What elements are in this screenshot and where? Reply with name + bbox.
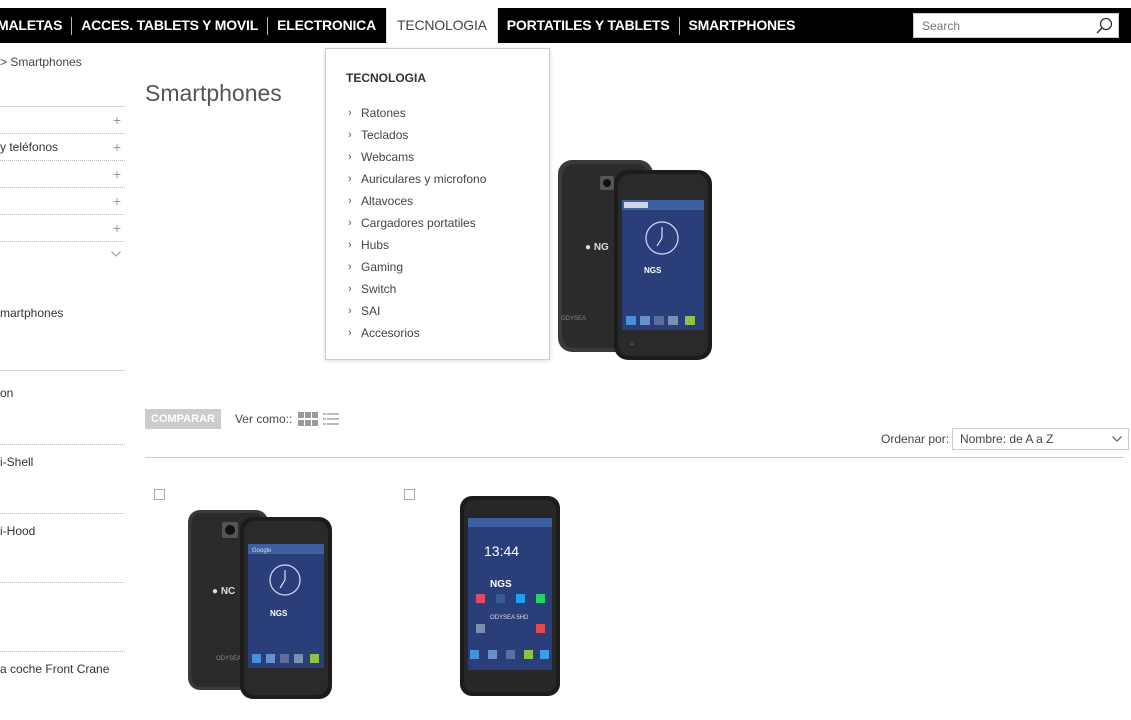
expand-icon[interactable]: + (113, 107, 121, 133)
expand-icon[interactable]: + (113, 188, 121, 214)
grid-view-icon[interactable] (298, 412, 319, 426)
dropdown-item-label: Switch (361, 282, 397, 296)
sidebar-category-label: y teléfonos (0, 140, 59, 154)
sidebar-product-link[interactable]: a coche Front Crane (0, 662, 125, 676)
svg-text:ODYSEA: ODYSEA (561, 316, 586, 322)
chevron-right-icon: › (348, 217, 352, 229)
toolbar-divider (145, 457, 1124, 458)
dropdown-title[interactable]: TECNOLOGIA (346, 71, 426, 85)
dropdown-item-teclados[interactable]: › Teclados (348, 124, 486, 146)
chevron-right-icon: › (348, 107, 352, 119)
tecnologia-dropdown-menu: TECNOLOGIA › Ratones › Teclados › Webcams ›… (325, 48, 550, 360)
product-image[interactable]: 13:44 NGS ODYSEA 5HD (440, 482, 580, 714)
dropdown-item-label: Cargadores portatiles (361, 216, 476, 230)
sidebar-product-link[interactable]: i-Shell (0, 455, 125, 469)
dropdown-item-label: Auriculares y microfono (361, 172, 487, 186)
compare-checkbox[interactable] (404, 489, 415, 500)
sort-control: Ordenar por: Nombre: de A a Z (881, 428, 1130, 450)
dropdown-item-webcams[interactable]: › Webcams (348, 146, 486, 168)
chevron-right-icon: › (348, 305, 352, 317)
dropdown-item-sai[interactable]: › SAI (348, 300, 486, 322)
dropdown-item-label: Gaming (361, 260, 404, 274)
sort-label: Ordenar por: (881, 432, 950, 446)
sidebar-divider (0, 582, 125, 583)
nav-item-maletas[interactable]: MALETAS (0, 8, 71, 43)
dropdown-item-label: SAI (361, 304, 381, 318)
dropdown-item-gaming[interactable]: › Gaming (348, 256, 486, 278)
sort-selected-value: Nombre: de A a Z (960, 432, 1054, 446)
sidebar-divider (0, 370, 125, 371)
expand-icon[interactable]: + (113, 215, 121, 241)
chevron-right-icon: › (348, 239, 352, 251)
sidebar-divider (0, 651, 125, 652)
nav-item-portatiles[interactable]: PORTATILES Y TABLETS (498, 8, 679, 43)
dropdown-item-hubs[interactable]: › Hubs (348, 234, 486, 256)
sidebar-product-link[interactable]: on (0, 386, 125, 400)
chevron-down-icon[interactable] (111, 251, 121, 257)
sidebar: + y teléfonos + + + + (0, 106, 125, 269)
screen-time-text: 13:44 (484, 543, 519, 559)
dropdown-item-ratones[interactable]: › Ratones (348, 102, 486, 124)
list-toolbar: COMPARAR Ver como:: (145, 409, 340, 429)
dropdown-item-label: Ratones (361, 106, 406, 120)
chevron-right-icon: › (348, 129, 352, 141)
compare-button[interactable]: COMPARAR (145, 409, 221, 429)
dropdown-item-switch[interactable]: › Switch (348, 278, 486, 300)
dropdown-item-label: Webcams (361, 150, 415, 164)
chevron-right-icon: › (348, 151, 352, 163)
sidebar-category[interactable]: + (0, 107, 125, 134)
sidebar-product-link[interactable]: i-Hood (0, 524, 125, 538)
chevron-right-icon: › (348, 283, 352, 295)
dropdown-item-label: Altavoces (361, 194, 414, 208)
search-box (913, 13, 1119, 38)
dropdown-item-label: Teclados (361, 128, 409, 142)
page-title: Smartphones (145, 80, 282, 106)
sidebar-category[interactable]: + (0, 215, 125, 242)
chevron-right-icon: › (348, 261, 352, 273)
product-brand-text: NGS (490, 579, 512, 590)
chevron-right-icon: › (348, 195, 352, 207)
product-model-text: ODYSEA 5HD (490, 615, 529, 621)
chevron-down-icon (1112, 436, 1122, 442)
sidebar-category-expanded[interactable] (0, 242, 125, 269)
dropdown-item-label: Accesorios (361, 326, 420, 340)
sidebar-category[interactable]: y teléfonos + (0, 134, 125, 161)
list-view-icon[interactable] (323, 412, 340, 426)
svg-text:● NG: ● NG (585, 242, 609, 253)
nav-item-acces-tablets[interactable]: ACCES. TABLETS Y MOVIL (72, 8, 267, 43)
dropdown-list: › Ratones › Teclados › Webcams › Auriculares… (348, 102, 486, 344)
expand-icon[interactable]: + (113, 161, 121, 187)
main-nav: MALETAS ACCES. TABLETS Y MOVIL ELECTRONI… (0, 8, 804, 43)
product-model-text: ODYSEA (216, 656, 241, 662)
svg-text:NGS: NGS (644, 266, 662, 275)
nav-item-electronica[interactable]: ELECTRONICA (268, 8, 385, 43)
expand-icon[interactable]: + (113, 134, 121, 160)
sidebar-divider (0, 444, 125, 445)
top-nav-bar: MALETAS ACCES. TABLETS Y MOVIL ELECTRONI… (0, 8, 1131, 43)
breadcrumb[interactable]: > Smartphones (0, 55, 82, 69)
sidebar-category[interactable]: + (0, 161, 125, 188)
dropdown-item-accesorios[interactable]: › Accesorios (348, 322, 486, 344)
dropdown-item-cargadores[interactable]: › Cargadores portatiles (348, 212, 486, 234)
chevron-right-icon: › (348, 173, 352, 185)
product-image[interactable]: ● NC ODYSEA Google NGS (160, 482, 360, 714)
search-icon[interactable] (1095, 17, 1113, 35)
sidebar-product-link[interactable]: martphones (0, 306, 125, 320)
sidebar-divider (0, 513, 125, 514)
view-mode-label: Ver como:: (234, 412, 293, 426)
dropdown-item-auriculares[interactable]: › Auriculares y microfono (348, 168, 486, 190)
sort-select[interactable]: Nombre: de A a Z (952, 428, 1130, 450)
dropdown-item-label: Hubs (361, 238, 390, 252)
svg-text:⌂: ⌂ (630, 341, 634, 347)
product-brand-text: NGS (270, 609, 288, 618)
nav-item-smartphones[interactable]: SMARTPHONES (680, 8, 805, 43)
screen-search-text: Google (252, 548, 272, 554)
dropdown-item-altavoces[interactable]: › Altavoces (348, 190, 486, 212)
chevron-right-icon: › (348, 327, 352, 339)
category-banner-image: ● NG NGS ⌂ ODYSEA (558, 160, 712, 360)
svg-text:● NC: ● NC (212, 586, 235, 597)
search-input[interactable] (914, 14, 1089, 37)
sidebar-category[interactable]: + (0, 188, 125, 215)
nav-item-tecnologia[interactable]: TECNOLOGIA (386, 8, 498, 43)
